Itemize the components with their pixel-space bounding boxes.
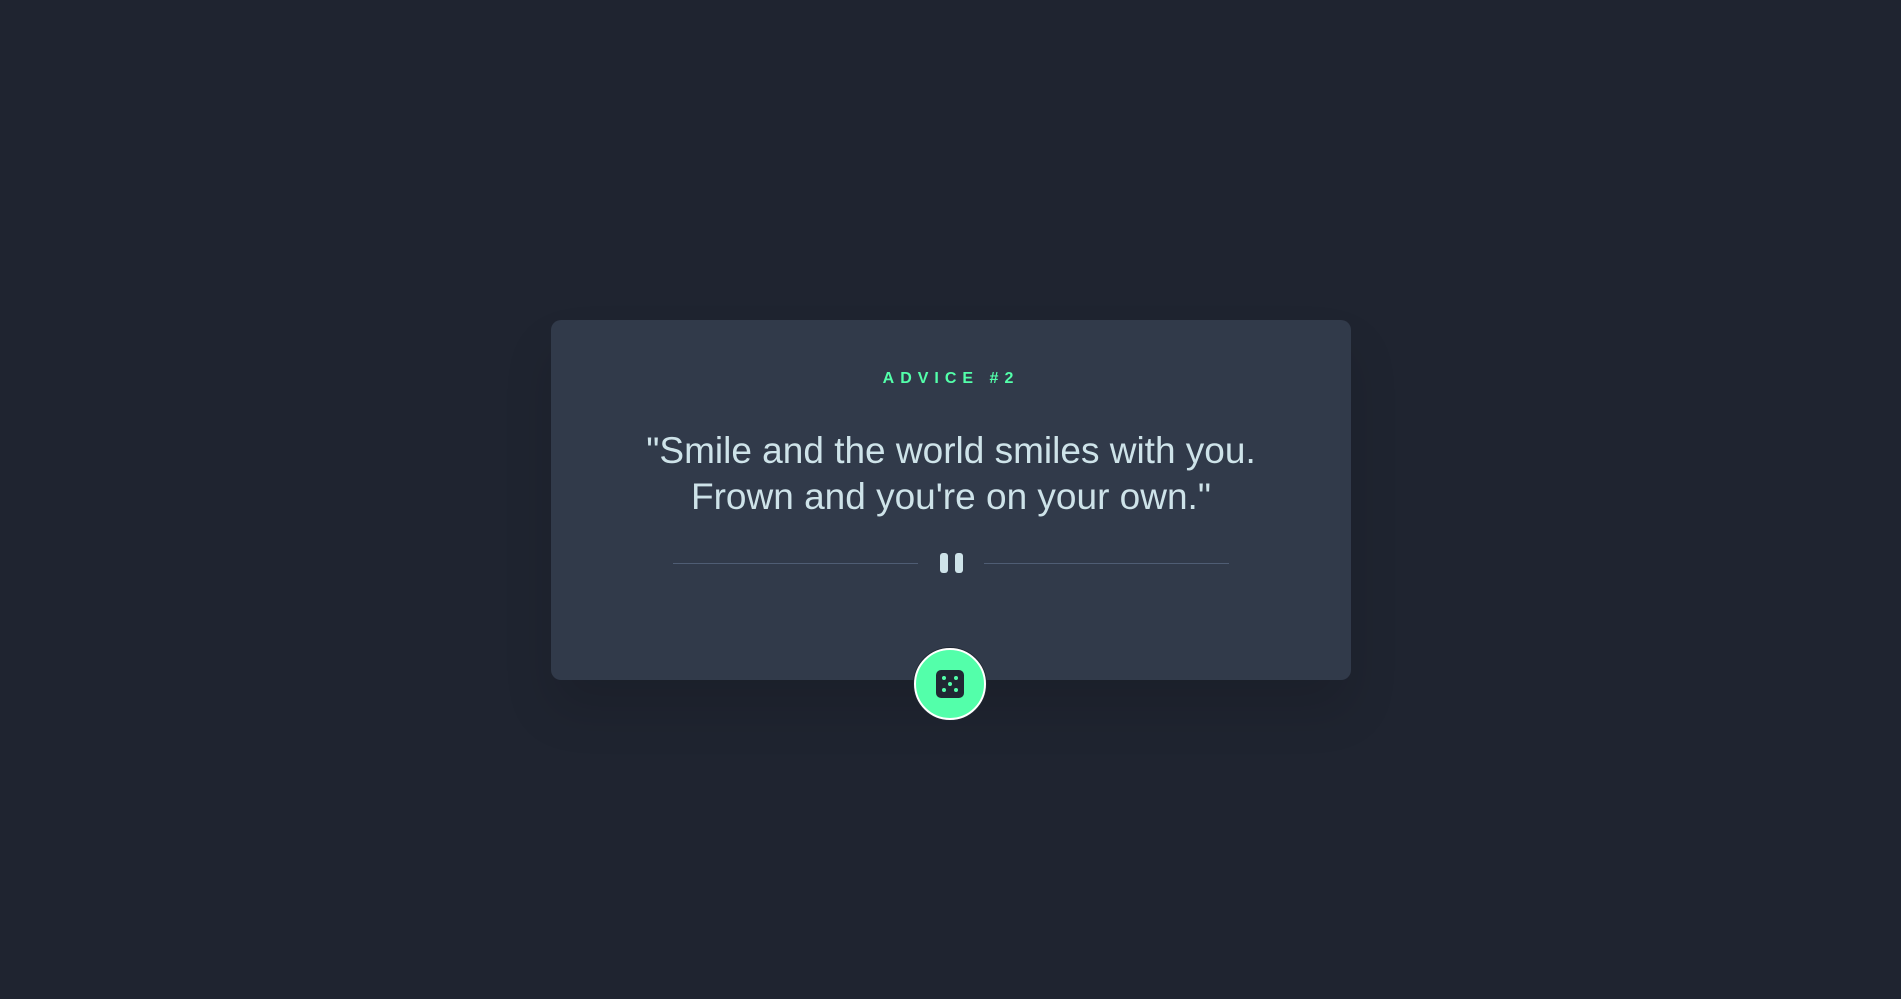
divider-line-right xyxy=(984,563,1229,564)
dice-pip xyxy=(954,676,958,680)
divider-line-left xyxy=(673,563,918,564)
advice-quote: "Smile and the world smiles with you. Fr… xyxy=(646,430,1256,517)
dice-pip xyxy=(948,682,952,686)
pause-icon xyxy=(934,553,968,573)
dice-pip xyxy=(942,688,946,692)
advice-number: ADVICE #2 xyxy=(882,370,1020,387)
pause-bar-left xyxy=(940,553,948,573)
pause-bar-right xyxy=(955,553,963,573)
divider xyxy=(673,553,1229,573)
dice-pip xyxy=(954,688,958,692)
advice-card: ADVICE #2 "Smile and the world smiles wi… xyxy=(551,320,1351,680)
dice-pip xyxy=(942,676,946,680)
dice-icon xyxy=(936,670,964,698)
new-advice-button[interactable] xyxy=(914,648,986,720)
